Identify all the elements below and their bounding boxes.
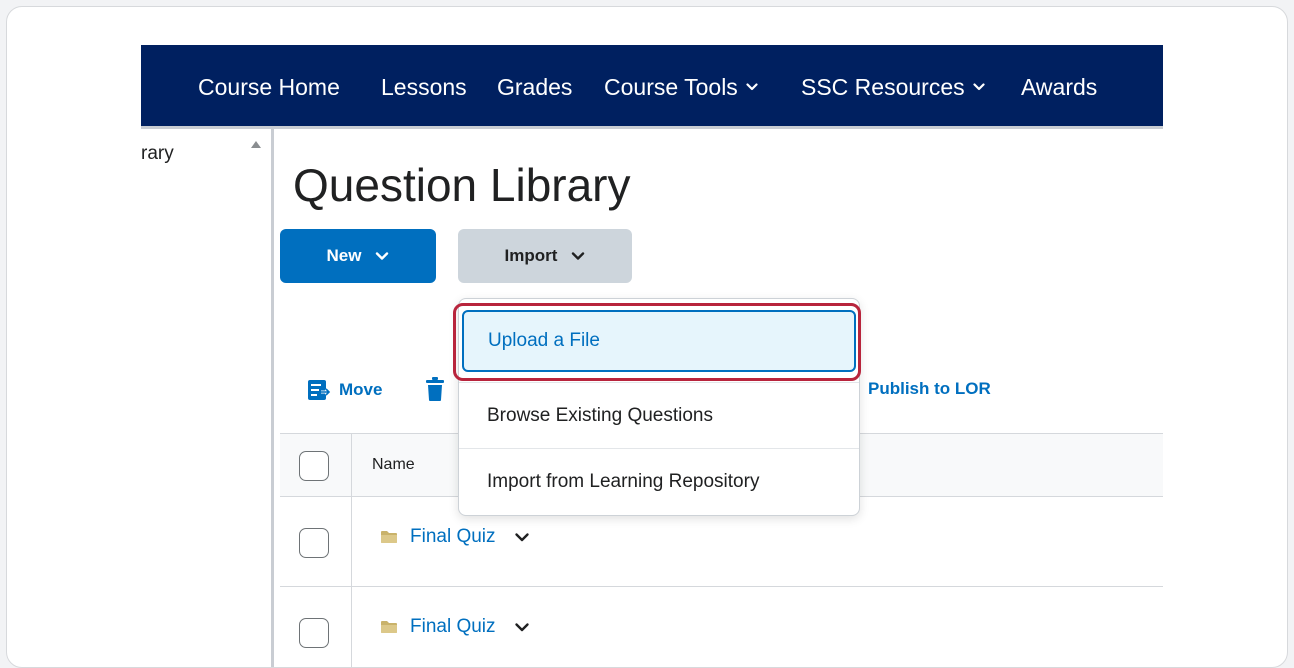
row-link[interactable]: Final Quiz	[380, 616, 530, 638]
nav-ssc-resources[interactable]: SSC Resources	[801, 73, 985, 101]
nav-course-home-label: Course Home	[198, 74, 340, 100]
chevron-down-icon	[746, 83, 758, 91]
menu-item-upload-file[interactable]: Upload a File	[462, 310, 856, 372]
table-row: Final Quiz	[280, 587, 1163, 667]
browser-viewport: Course Home Lessons Grades Course Tools …	[141, 45, 1163, 667]
move-icon	[308, 380, 331, 400]
new-button[interactable]: New	[280, 229, 436, 283]
nav-course-home[interactable]: Course Home	[198, 73, 340, 101]
page-title: Question Library	[293, 159, 631, 211]
menu-item-import-from-learning-repository[interactable]: Import from Learning Repository	[459, 448, 859, 514]
row-checkbox[interactable]	[299, 528, 329, 558]
scroll-up-arrow-icon[interactable]	[251, 141, 261, 148]
folder-icon	[381, 621, 397, 633]
import-button[interactable]: Import	[458, 229, 632, 283]
new-button-label: New	[326, 246, 362, 265]
row-name: Final Quiz	[410, 616, 496, 637]
publish-to-lor-button[interactable]: Publish to LOR	[868, 379, 991, 399]
folder-icon	[381, 531, 397, 543]
nav-grades-label: Grades	[497, 74, 573, 100]
row-checkbox[interactable]	[299, 618, 329, 648]
trash-icon	[426, 377, 444, 401]
delete-button[interactable]	[425, 376, 445, 407]
chevron-down-icon[interactable]	[514, 529, 530, 545]
nav-awards-label: Awards	[1021, 74, 1098, 100]
chevron-down-icon	[572, 252, 585, 260]
nav-lessons-label: Lessons	[381, 74, 467, 100]
row-link[interactable]: Final Quiz	[380, 526, 530, 548]
chevron-down-icon[interactable]	[514, 619, 530, 635]
nav-awards[interactable]: Awards	[1021, 73, 1097, 101]
nav-course-tools[interactable]: Course Tools	[604, 73, 758, 101]
chevron-down-icon	[376, 252, 389, 260]
move-button[interactable]: Move	[307, 379, 382, 401]
move-label: Move	[339, 380, 383, 399]
nav-lessons[interactable]: Lessons	[381, 73, 467, 101]
left-side-panel: rary	[141, 129, 271, 667]
nav-ssc-resources-label: SSC Resources	[801, 74, 965, 100]
chevron-down-icon	[973, 83, 985, 91]
column-divider	[351, 433, 352, 667]
menu-item-browse-existing-questions[interactable]: Browse Existing Questions	[459, 382, 859, 448]
course-navbar: Course Home Lessons Grades Course Tools …	[141, 45, 1163, 129]
column-header-name[interactable]: Name	[372, 456, 415, 474]
panel-divider[interactable]	[271, 129, 274, 667]
left-panel-partial-label: rary	[141, 143, 174, 164]
screenshot-card: Course Home Lessons Grades Course Tools …	[6, 6, 1288, 668]
nav-course-tools-label: Course Tools	[604, 74, 738, 100]
import-button-label: Import	[504, 246, 558, 265]
row-name: Final Quiz	[410, 526, 496, 547]
import-dropdown-menu: Upload a File Browse Existing Questions …	[453, 298, 861, 516]
select-all-checkbox[interactable]	[299, 451, 329, 481]
nav-grades[interactable]: Grades	[497, 73, 572, 101]
